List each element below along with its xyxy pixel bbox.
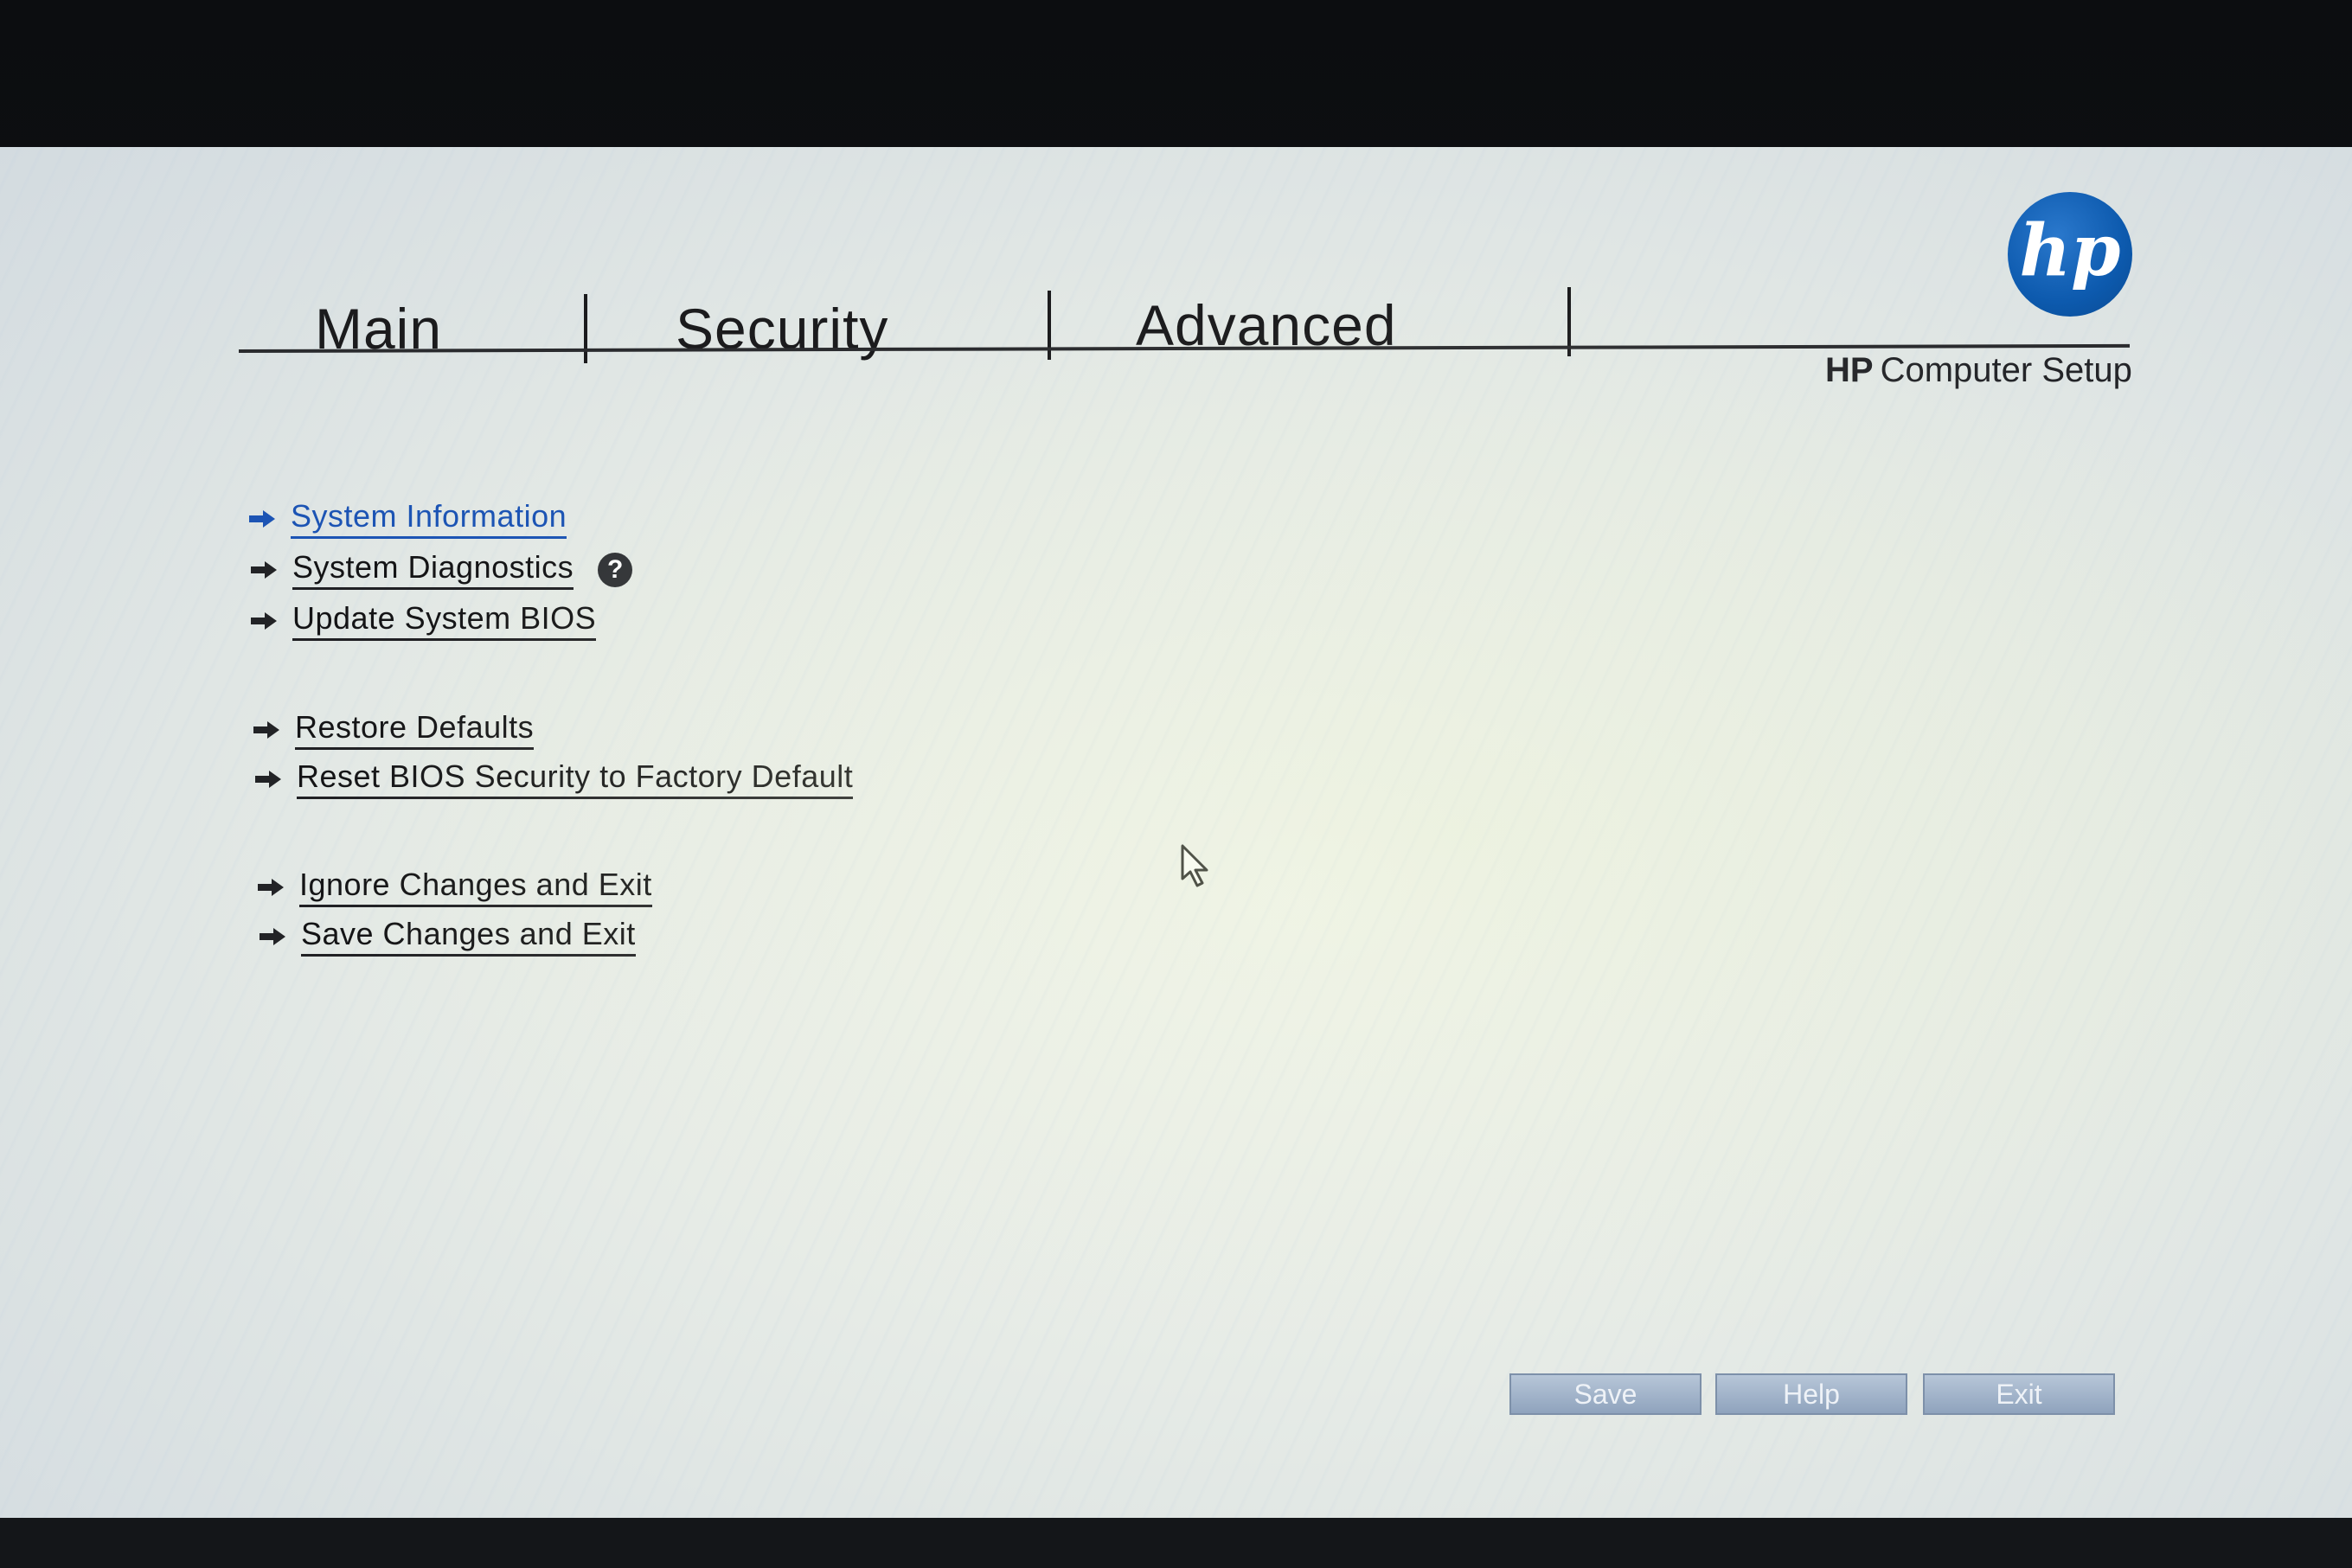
arrow-right-icon (251, 560, 277, 579)
hp-logo-icon: hp (2008, 192, 2132, 317)
bios-screen: Main Security Advanced hp HP Computer Set… (0, 147, 2352, 1518)
app-title-brand: HP (1825, 351, 1874, 389)
help-button[interactable]: Help (1715, 1373, 1907, 1415)
menu-item-label: Ignore Changes and Exit (299, 867, 652, 907)
arrow-right-icon (253, 720, 279, 739)
menu-item-reset-bios-security[interactable]: Reset BIOS Security to Factory Default (253, 758, 854, 799)
menu-item-label: Update System BIOS (292, 600, 597, 641)
save-button[interactable]: Save (1509, 1373, 1702, 1415)
menu-item-ignore-changes-exit[interactable]: Ignore Changes and Exit (256, 867, 652, 907)
arrow-right-icon (260, 927, 285, 945)
arrow-right-icon (251, 611, 277, 630)
menu-item-system-information[interactable]: System Information (247, 498, 567, 539)
question-circle-icon[interactable]: ? (598, 552, 633, 587)
menu-item-label: Restore Defaults (295, 709, 535, 750)
menu-item-label: Reset BIOS Security to Factory Default (297, 758, 854, 799)
menu-item-update-system-bios[interactable]: Update System BIOS (249, 600, 597, 641)
arrow-right-icon (249, 509, 275, 528)
tab-security[interactable]: Security (676, 296, 888, 362)
mouse-pointer-icon (1181, 844, 1208, 887)
menu-item-system-diagnostics[interactable]: System Diagnostics ? (249, 549, 633, 590)
app-title: HP Computer Setup (1825, 351, 2132, 390)
menu-item-save-changes-exit[interactable]: Save Changes and Exit (258, 916, 636, 957)
menu-item-label: System Diagnostics (292, 549, 574, 590)
arrow-right-icon (258, 878, 284, 896)
menu-item-label: System Information (291, 498, 567, 539)
photo-frame: Main Security Advanced hp HP Computer Set… (0, 0, 2352, 1568)
menu-item-label: Save Changes and Exit (301, 916, 636, 957)
app-title-product: Computer Setup (1880, 351, 2132, 389)
arrow-right-icon (255, 770, 281, 788)
tab-divider (584, 294, 587, 363)
hp-logo-text: hp (2020, 209, 2121, 292)
exit-button[interactable]: Exit (1923, 1373, 2115, 1415)
menu-item-restore-defaults[interactable]: Restore Defaults (252, 709, 535, 750)
